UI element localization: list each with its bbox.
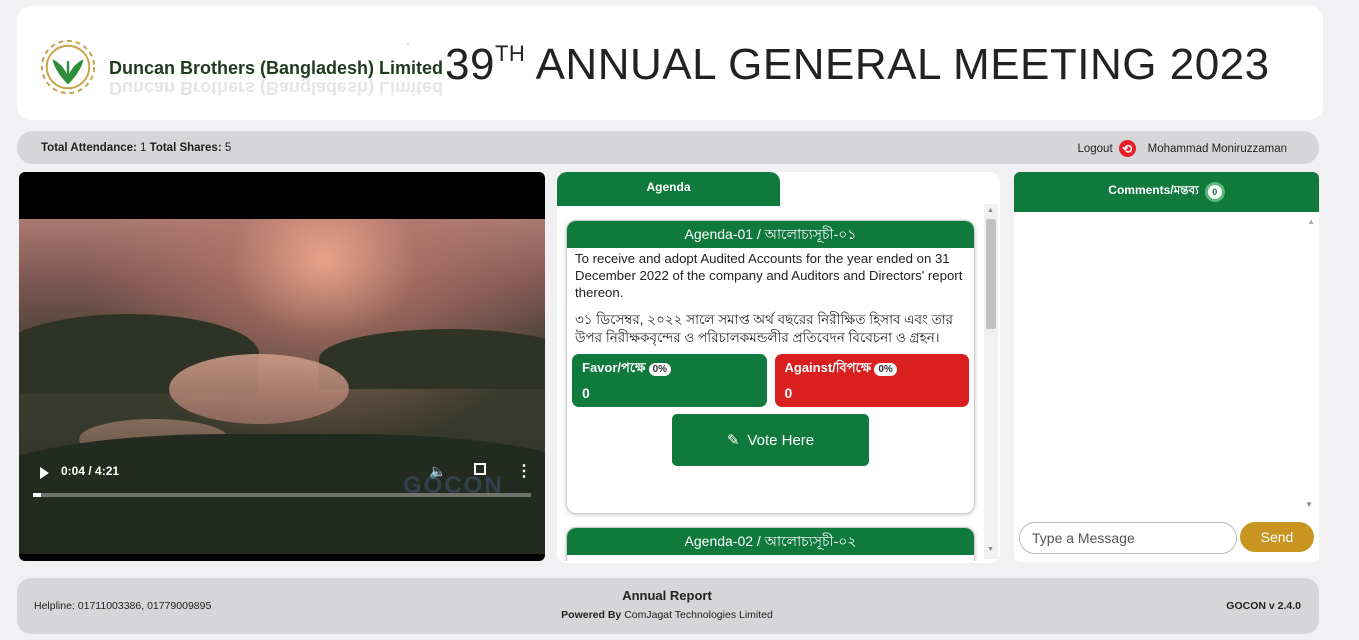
favor-percent: 0% [648,363,672,376]
agenda-list: Agenda-01 / আলোচ্যসূচী-০১ To receive and… [557,206,1000,561]
video-controls: 0:04 / 4:21 🔈 ⋮ [19,452,545,512]
video-time: 0:04 / 4:21 [61,464,120,478]
attendance-summary: Total Attendance: 1 Total Shares: 5 [41,142,232,154]
agenda-card: Agenda-01 / আলোচ্যসূচী-০১ To receive and… [566,220,975,514]
page-title: 39TH ANNUAL GENERAL MEETING 2023 [445,40,1270,89]
video-progress-bar[interactable] [33,493,531,497]
logout-icon[interactable]: ⟲ [1118,140,1136,157]
helpline: Helpline: 01711003386, 01779009895 [34,600,212,612]
header: Duncan Brothers (Bangladesh) Limited Dun… [17,6,1323,120]
agenda-panel: Agenda Agenda-01 / আলোচ্যসূচী-০১ To rece… [557,172,1000,563]
powered-by: Powered By ComJagat Technologies Limited [561,609,773,621]
fullscreen-icon[interactable] [474,463,486,475]
against-count: 0 [784,385,793,401]
divider-mark: ' [407,42,409,53]
comments-header: Comments/মন্তব্য 0 [1014,172,1319,212]
send-button[interactable]: Send [1240,522,1314,552]
divider-mark: . [410,84,413,95]
scroll-down-icon[interactable]: ▼ [987,546,994,553]
favor-count: 0 [582,385,590,401]
volume-icon[interactable]: 🔈 [429,463,446,480]
agenda-title: Agenda-01 / আলোচ্যসূচী-০১ [567,221,974,248]
scroll-up-icon[interactable]: ▲ [987,207,994,214]
logout-link[interactable]: Logout [1077,143,1112,155]
pen-icon: ✎ [726,432,740,449]
against-percent: 0% [874,363,897,376]
message-input[interactable] [1019,522,1237,554]
scroll-down-icon[interactable]: ▼ [1305,500,1313,509]
comments-count-badge: 0 [1204,182,1225,202]
scroll-thumb[interactable] [986,219,996,329]
play-icon[interactable] [40,467,49,479]
agenda-text-bangla: ৩১ ডিসেম্বর, ২০২২ সালে সমাপ্ত অর্থ বছরের… [575,312,954,345]
status-bar: Total Attendance: 1 Total Shares: 5 Logo… [17,131,1319,164]
agenda-scrollbar[interactable]: ▲ ▼ [984,204,998,559]
company-name-reflection: Duncan Brothers (Bangladesh) Limited [109,78,444,98]
company-logo-icon [40,39,96,95]
annual-report-link[interactable]: Annual Report [537,588,797,603]
comments-panel: Comments/মন্তব্য 0 ▲ ▼ Send [1014,172,1319,562]
tab-agenda[interactable]: Agenda [557,172,780,206]
video-progress-fill [33,493,41,497]
vote-here-button[interactable]: ✎ Vote Here [672,414,869,466]
video-scenery [169,354,349,424]
user-name: Mohammad Moniruzzaman [1147,142,1287,155]
scroll-up-icon[interactable]: ▲ [1307,217,1315,226]
agenda-card: Agenda-02 / আলোচ্যসূচী-০২ [566,527,975,561]
comments-title: Comments/মন্তব্য [1108,183,1199,197]
against-box: Against/বিপক্ষে 0% 0 [774,354,969,407]
favor-box: Favor/পক্ষে 0% 0 [572,354,767,407]
video-player[interactable]: GOCON 0:04 / 4:21 🔈 ⋮ [19,172,545,561]
company-name: Duncan Brothers (Bangladesh) Limited [109,58,444,78]
more-options-icon[interactable]: ⋮ [516,461,532,481]
video-scenery [319,329,545,389]
agenda-title: Agenda-02 / আলোচ্যসূচী-০২ [567,528,974,555]
app-version: GOCON v 2.4.0 [1226,600,1301,612]
footer: Helpline: 01711003386, 01779009895 Annua… [17,578,1319,634]
agenda-text-english: To receive and adopt Audited Accounts fo… [575,251,963,300]
